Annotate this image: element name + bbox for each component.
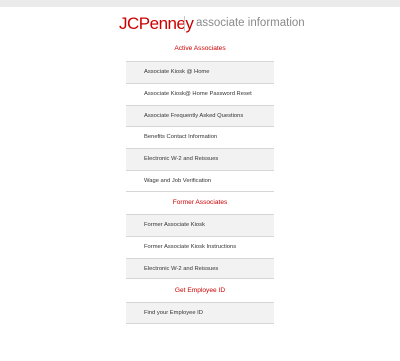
section-title-active-associates: Active Associates [174, 45, 226, 52]
link-find-employee-id[interactable]: Find your Employee ID [126, 302, 274, 324]
section-title-get-employee-id: Get Employee ID [174, 287, 226, 294]
link-electronic-w2-former[interactable]: Electronic W-2 and Reissues [126, 257, 274, 280]
link-associate-kiosk-home[interactable]: Associate Kiosk @ Home [126, 61, 274, 83]
former-associates-list: Former Associate Kiosk Former Associate … [126, 214, 274, 280]
active-associates-list: Associate Kiosk @ Home Associate Kiosk@ … [126, 61, 274, 192]
link-former-associate-kiosk-instructions[interactable]: Former Associate Kiosk Instructions [126, 235, 274, 258]
jcpenney-logo[interactable]: JCPenney [119, 14, 194, 34]
link-associate-kiosk-password-reset[interactable]: Associate Kiosk@ Home Password Reset [126, 82, 274, 105]
top-bar [0, 0, 400, 7]
link-wage-job-verification[interactable]: Wage and Job Verification [126, 169, 274, 192]
header-divider [184, 16, 185, 31]
link-associate-faq[interactable]: Associate Frequently Asked Questions [126, 104, 274, 127]
section-title-former-associates: Former Associates [172, 199, 228, 206]
link-benefits-contact-information[interactable]: Benefits Contact Information [126, 126, 274, 148]
header-tagline: associate information [196, 17, 305, 29]
link-electronic-w2-active[interactable]: Electronic W-2 and Reissues [126, 148, 274, 170]
employee-id-list: Find your Employee ID [126, 302, 274, 324]
page-header: JCPenney associate information [0, 14, 400, 34]
link-former-associate-kiosk[interactable]: Former Associate Kiosk [126, 214, 274, 236]
